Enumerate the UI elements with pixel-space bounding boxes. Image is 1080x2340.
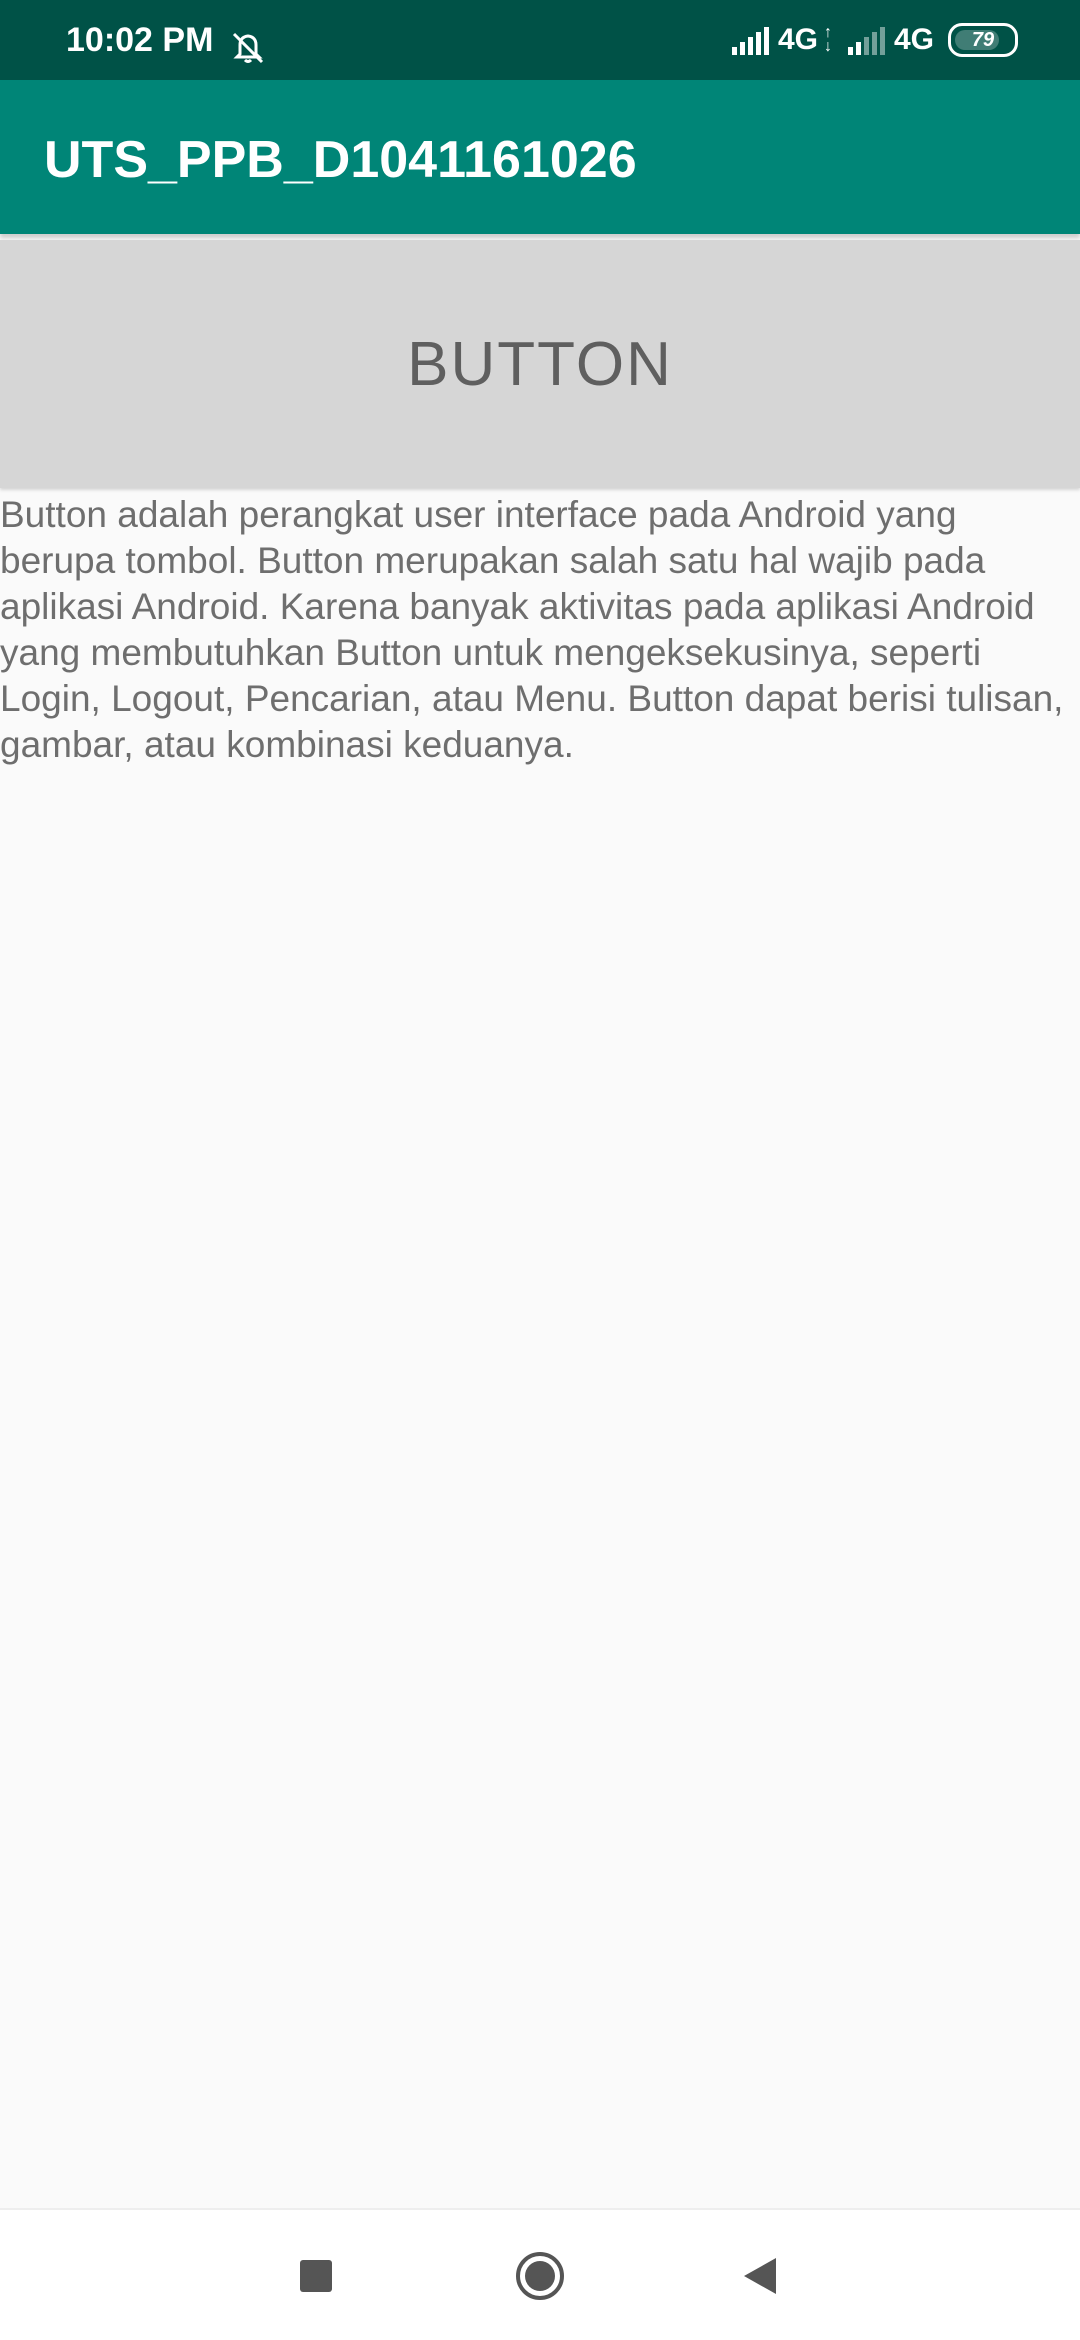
description-line: Button adalah perangkat user interface p… [0,494,957,535]
main-button[interactable]: BUTTON [0,240,1080,488]
battery-icon: 79 [948,23,1018,57]
app-bar: UTS_PPB_D1041161026 [0,80,1080,234]
app-title: UTS_PPB_D1041161026 [44,131,637,189]
square-recents-icon[interactable] [300,2260,332,2292]
status-bar: 10:02 PM 4G ↑ ↓ 4G 79 [0,0,1080,80]
network-type-2: 4G [893,23,934,56]
circle-home-icon[interactable] [514,2250,566,2302]
triangle-back-icon[interactable] [740,2254,780,2298]
network-type-1: 4G [777,23,818,56]
app-screen: 10:02 PM 4G ↑ ↓ 4G 79 UTS_PPB_D104116102… [0,0,1080,2340]
description-line: yang membutuhkan Button untuk mengekseku… [0,632,982,673]
signal-strength-icon [731,25,772,55]
signal-strength-icon [847,25,888,55]
battery-level: 79 [971,28,995,51]
description-line: Login, Logout, Pencarian, atau Menu. But… [0,678,1064,719]
description-line: berupa tombol. Button merupakan salah sa… [0,540,986,581]
status-time: 10:02 PM [66,21,214,59]
status-indicators: 4G ↑ ↓ 4G 79 [731,18,1018,62]
description-text: Button adalah perangkat user interface p… [0,492,1080,768]
navigation-bar [0,2208,1080,2340]
data-activity-icon: ↑ ↓ [823,24,832,55]
description-line: gambar, atau kombinasi keduanya. [0,724,574,765]
bell-off-icon [232,32,264,64]
description-line: aplikasi Android. Karena banyak aktivita… [0,586,1035,627]
